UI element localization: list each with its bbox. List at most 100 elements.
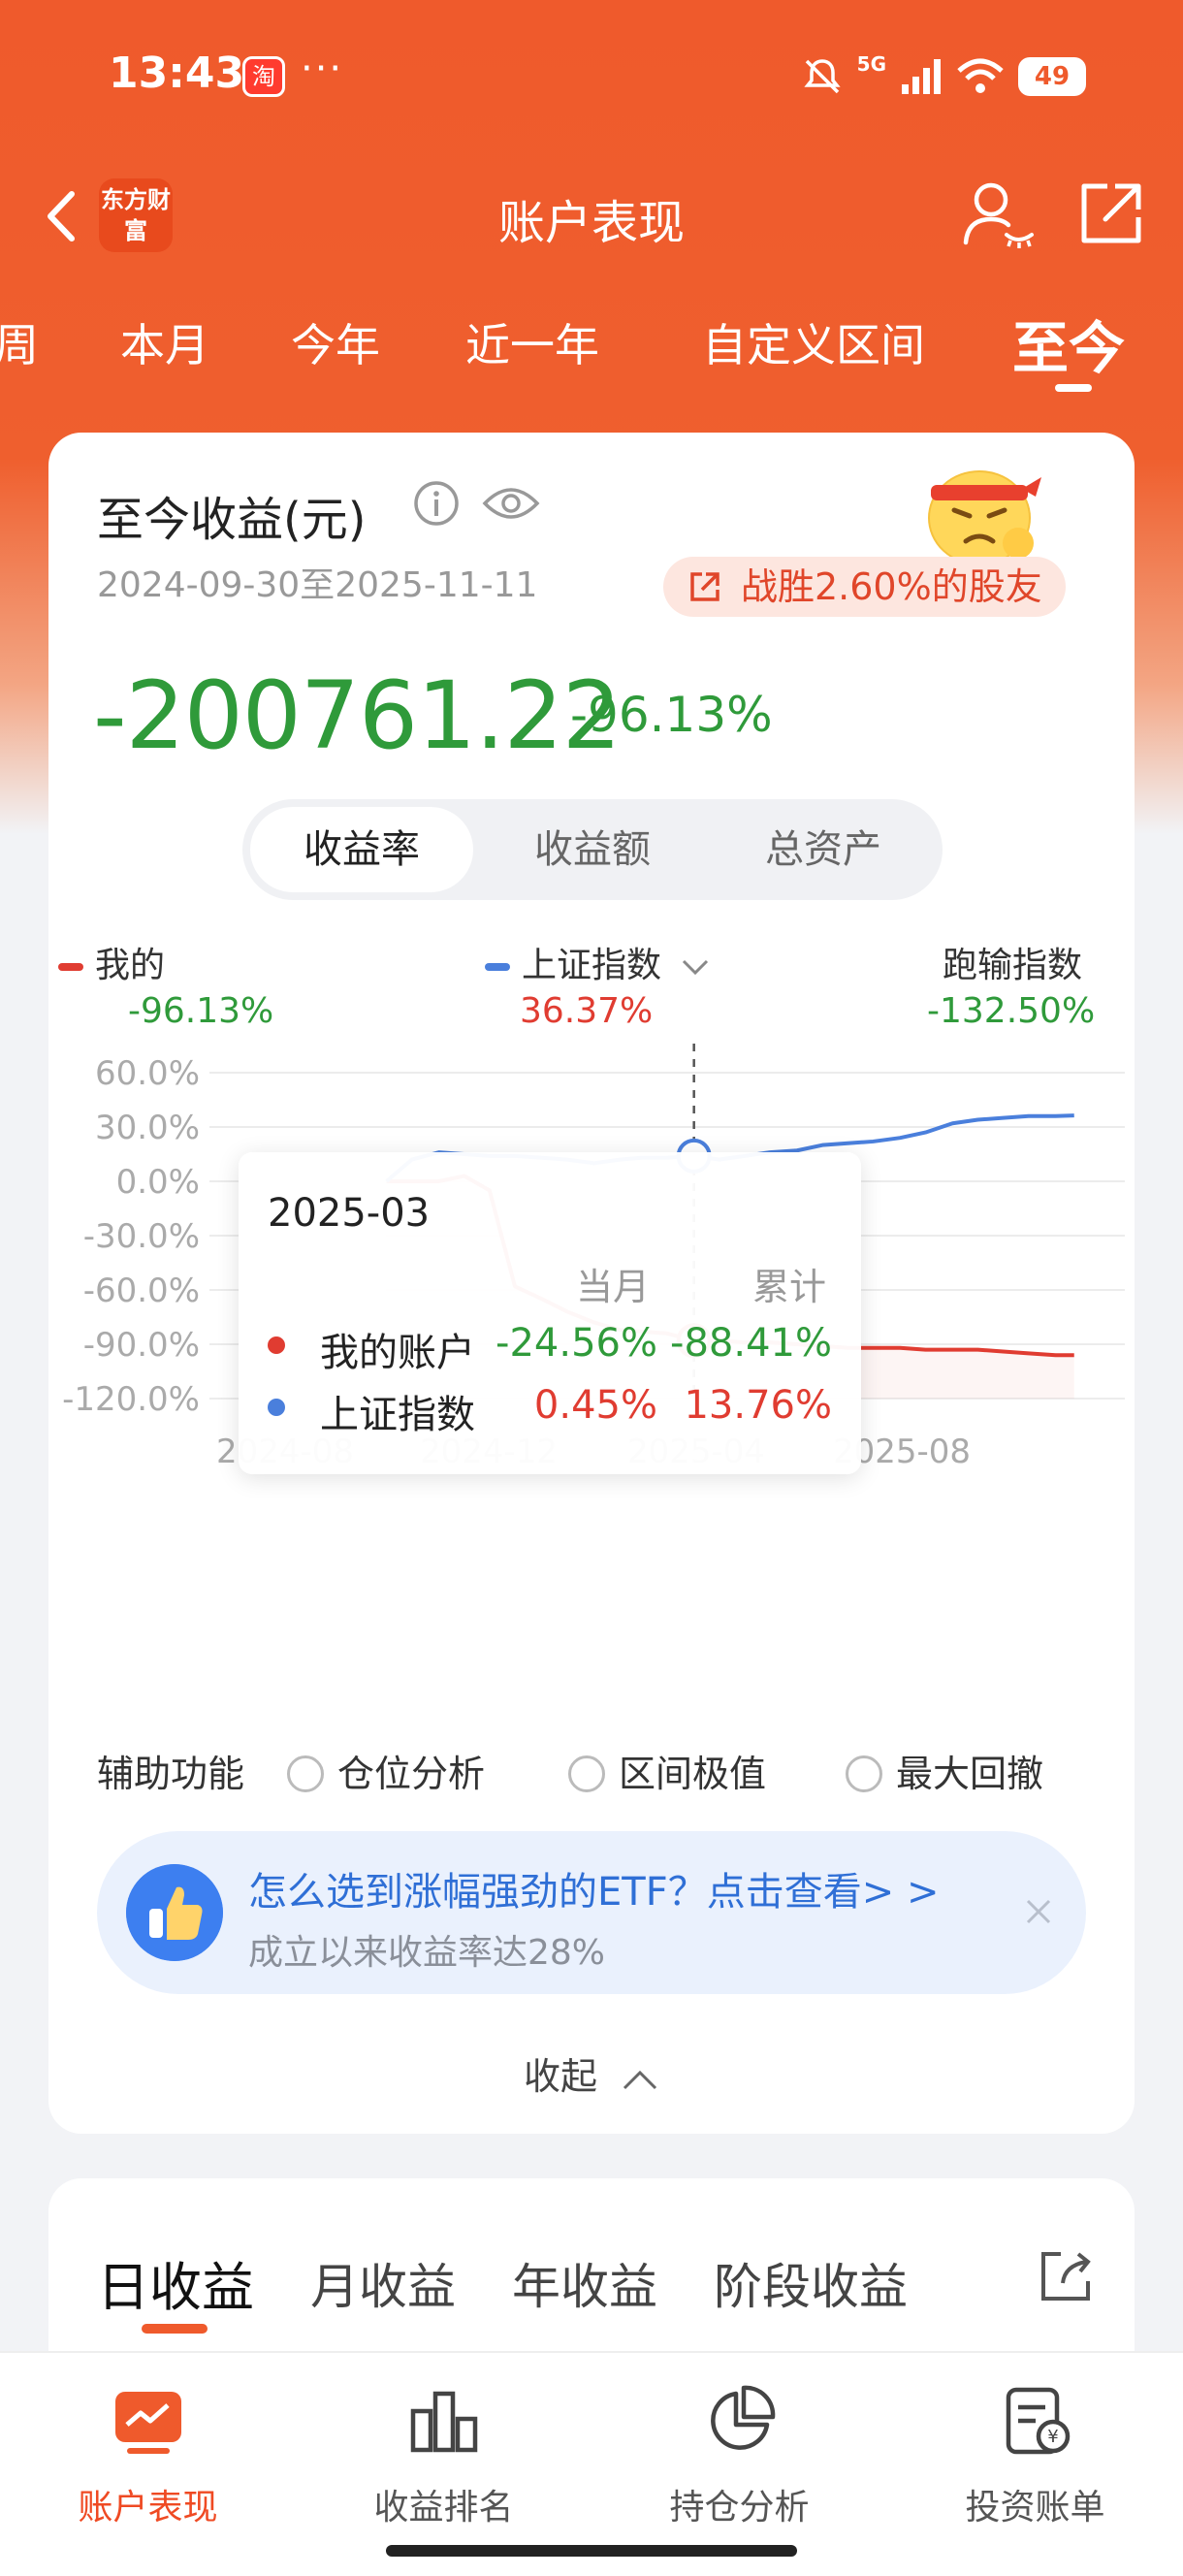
beat-peers-badge[interactable]: 战胜2.60%的股友 (663, 557, 1066, 617)
close-icon[interactable] (1014, 1887, 1063, 1936)
nav-account-performance[interactable]: 账户表现 (0, 2382, 296, 2529)
share-icon[interactable] (1076, 178, 1146, 248)
legend-index-label: 上证指数 (522, 946, 662, 985)
total-profit-percent: -96.13% (570, 687, 773, 743)
tab-underline (1055, 384, 1092, 392)
tooltip-mine-name: 我的账户 (320, 1331, 475, 1375)
home-indicator (386, 2545, 797, 2557)
legend-underperform-value: -132.50% (927, 991, 1096, 1031)
bill-icon: ¥ (1006, 2387, 1070, 2455)
tab-period-returns[interactable]: 阶段收益 (714, 2248, 908, 2318)
legend-mine-swatch (58, 963, 83, 971)
nav-returns-ranking[interactable]: 收益排名 (296, 2382, 592, 2529)
status-time: 13:43 (109, 48, 245, 98)
collapse-button[interactable]: 收起 (48, 2046, 1135, 2100)
aux-label: 辅助功能 (97, 1753, 245, 1795)
taobao-app-icon: 淘 (242, 56, 285, 97)
period-tabs: 周 本月 今年 近一年 自定义区间 至今 (0, 310, 1183, 398)
tab-daily-returns[interactable]: 日收益 (97, 2244, 254, 2321)
chevron-up-icon (623, 2070, 657, 2089)
segment-return-rate[interactable]: 收益率 (250, 807, 473, 892)
tooltip-row-index: 上证指数 0.45% 13.76% (239, 1377, 861, 1437)
chevron-down-icon (683, 959, 709, 976)
nav-label: 收益排名 (373, 2488, 514, 2528)
tab-yearly-returns[interactable]: 年收益 (512, 2248, 657, 2318)
pie-chart-icon (710, 2385, 775, 2450)
tab-this-month[interactable]: 本月 (120, 310, 209, 374)
legend-mine: 我的 (58, 937, 165, 987)
tab-week[interactable]: 周 (0, 310, 39, 374)
tooltip-row-mine: 我的账户 -24.56% -88.41% (239, 1315, 861, 1375)
segment-return-amount[interactable]: 收益额 (481, 807, 704, 892)
tooltip-mine-month: -24.56% (496, 1321, 657, 1366)
aux-range-extreme[interactable]: 区间极值 (568, 1744, 766, 1797)
tooltip-col-total: 累计 (752, 1266, 827, 1308)
wifi-icon (957, 58, 1004, 93)
signal-icon (902, 59, 941, 94)
tab-last-year[interactable]: 近一年 (465, 310, 599, 374)
date-range: 2024-09-30至2025-11-11 (97, 565, 538, 605)
y-tick-label: -60.0% (83, 1272, 200, 1310)
battery-indicator: 49 (1018, 57, 1086, 96)
nav-investment-bill[interactable]: ¥ 投资账单 (887, 2382, 1183, 2529)
returns-tab-underline (142, 2324, 208, 2334)
legend-index-swatch (485, 963, 510, 971)
export-icon[interactable] (1036, 2244, 1098, 2306)
aux-option-label: 仓位分析 (337, 1753, 486, 1795)
info-icon[interactable] (412, 479, 461, 528)
legend-index[interactable]: 上证指数 (485, 937, 711, 987)
user-privacy-icon[interactable] (960, 175, 1038, 252)
aux-position-analysis[interactable]: 仓位分析 (287, 1744, 485, 1797)
angry-mascot-icon (928, 470, 1041, 565)
y-tick-label: 30.0% (95, 1109, 200, 1147)
tooltip-mine-total: -88.41% (670, 1321, 832, 1366)
eye-icon[interactable] (481, 479, 541, 528)
tooltip-index-month: 0.45% (533, 1383, 657, 1428)
chart-tooltip: 2025-03 当月 累计 我的账户 -24.56% -88.41% 上证指数 … (239, 1152, 861, 1474)
collapse-label: 收起 (523, 2055, 597, 2098)
etf-promo-banner[interactable]: 怎么选到涨幅强劲的ETF？点击查看> > 成立以来收益率达28% (97, 1831, 1086, 1994)
aux-option-label: 最大回撤 (896, 1753, 1044, 1795)
y-tick-label: 60.0% (95, 1054, 200, 1093)
nav-label: 持仓分析 (669, 2488, 810, 2528)
nav-label: 账户表现 (78, 2488, 218, 2528)
legend-mine-label: 我的 (95, 946, 166, 985)
y-tick-label: -120.0% (62, 1380, 200, 1419)
tooltip-mine-dot (268, 1336, 285, 1354)
notification-more-icon: ··· (301, 47, 344, 91)
metric-segmented-control: 收益率 收益额 总资产 (242, 799, 943, 900)
tooltip-index-name: 上证指数 (320, 1393, 475, 1437)
tab-since-inception[interactable]: 至今 (1012, 303, 1125, 384)
performance-card: 至今收益(元) 2024-09-30至2025-11-11 战胜2.60%的股友… (48, 433, 1135, 2134)
aux-option-label: 区间极值 (619, 1753, 767, 1795)
tooltip-index-total: 13.76% (684, 1383, 832, 1428)
radio-icon (568, 1755, 605, 1792)
network-type: 5G (856, 52, 886, 76)
promo-title: 怎么选到涨幅强劲的ETF？点击查看> > (248, 1870, 940, 1915)
legend-index-value: 36.37% (520, 991, 654, 1031)
card-title: 至今收益(元) (97, 493, 367, 547)
aux-max-drawdown[interactable]: 最大回撤 (846, 1744, 1043, 1797)
beat-peers-text: 战胜2.60%的股友 (741, 565, 1042, 608)
chart-trend-icon (114, 2392, 181, 2454)
nav-holdings-analysis[interactable]: 持仓分析 (592, 2382, 887, 2529)
tooltip-index-dot (268, 1399, 285, 1416)
nav-bar: 东方财富 账户表现 (0, 165, 1183, 272)
tooltip-col-month: 当月 (576, 1266, 651, 1308)
radio-icon (846, 1755, 882, 1792)
segment-total-assets[interactable]: 总资产 (712, 807, 935, 892)
y-tick-label: -30.0% (83, 1217, 200, 1256)
y-tick-label: -90.0% (83, 1326, 200, 1365)
svg-text:¥: ¥ (1047, 2427, 1058, 2447)
thumbs-up-icon (126, 1864, 223, 1961)
tab-monthly-returns[interactable]: 月收益 (310, 2248, 456, 2318)
tab-this-year[interactable]: 今年 (291, 310, 380, 374)
status-icons: 5G 49 (801, 52, 1086, 101)
y-tick-label: 0.0% (116, 1163, 200, 1202)
tooltip-date: 2025-03 (268, 1191, 431, 1236)
bottom-nav: 账户表现 收益排名 持仓分析 ¥ 投资账单 (0, 2351, 1183, 2576)
tab-custom-range[interactable]: 自定义区间 (702, 310, 925, 374)
promo-subtitle: 成立以来收益率达28% (248, 1933, 606, 1973)
share-arrow-icon (690, 572, 719, 601)
legend-mine-value: -96.13% (128, 991, 274, 1031)
